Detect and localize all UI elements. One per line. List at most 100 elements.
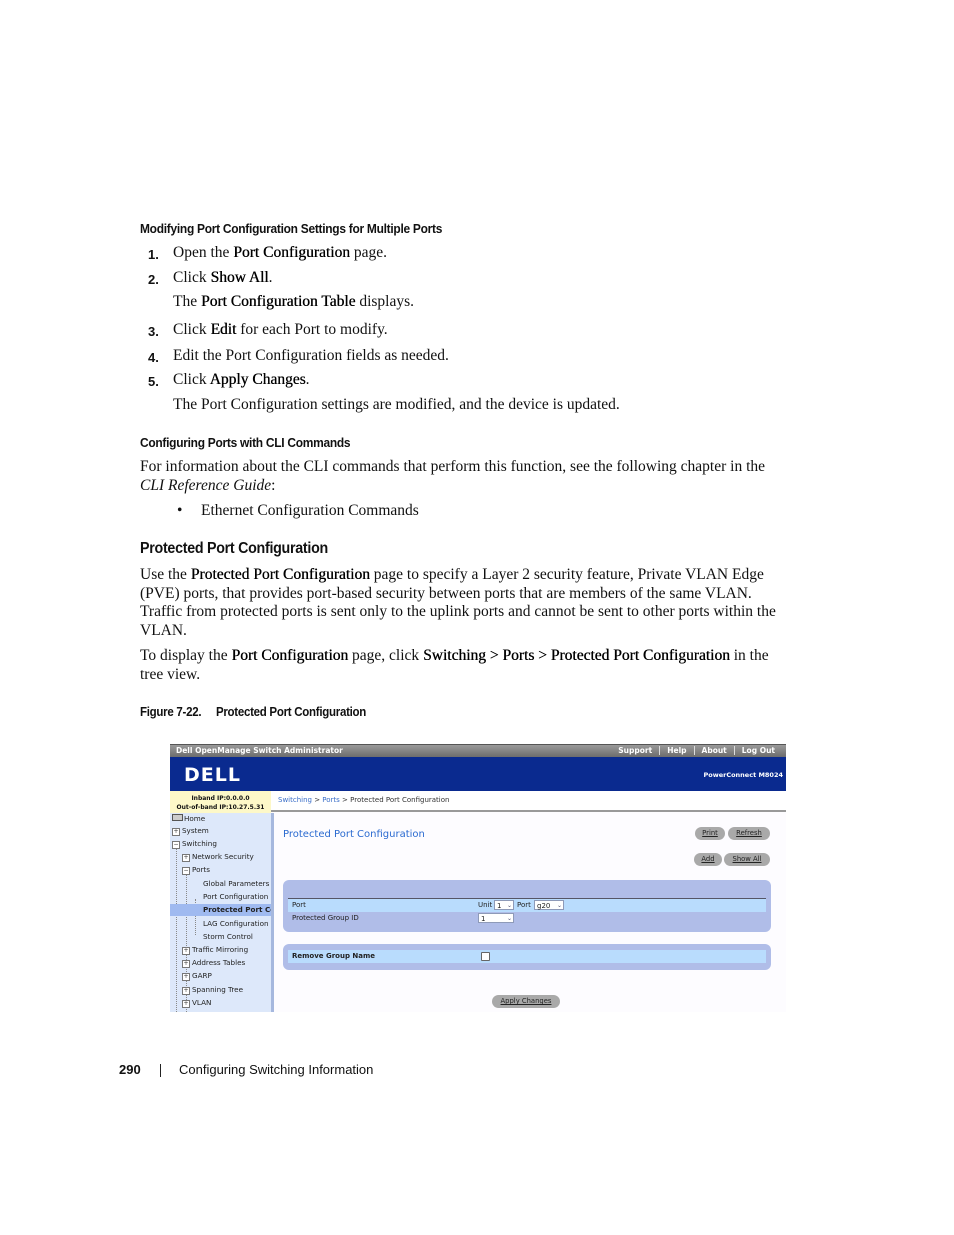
tree-item-global-parameters[interactable]: Global Parameters [203, 878, 269, 890]
tree-label: VLAN [192, 998, 212, 1007]
step-number: 4. [148, 350, 159, 365]
tree-item-switching[interactable]: − Switching [172, 838, 217, 850]
print-button[interactable]: Print [695, 827, 725, 840]
expand-icon[interactable]: + [182, 854, 190, 862]
text: displays. [355, 293, 415, 310]
refresh-button[interactable]: Refresh [728, 827, 770, 840]
expand-icon[interactable]: + [182, 960, 190, 968]
text: The [173, 293, 201, 310]
tree-item-spanning-tree[interactable]: + Spanning Tree [182, 984, 243, 996]
tree-item-ports[interactable]: − Ports [182, 864, 210, 876]
text: . [305, 371, 310, 388]
text: page to specify a Layer 2 security featu… [369, 566, 764, 583]
step-number: 3. [148, 324, 159, 339]
tree-item-storm-control[interactable]: Storm Control [203, 931, 253, 943]
collapse-icon[interactable]: − [182, 867, 190, 875]
text: Click [173, 371, 210, 388]
text: Traffic from protected ports is sent onl… [140, 603, 776, 620]
step-number: 5. [148, 374, 159, 389]
expand-icon[interactable]: + [182, 947, 190, 955]
inband-ip: Inband IP:0.0.0.0 [191, 795, 250, 802]
text: tree view. [140, 665, 201, 683]
tree-label: LAG Configuration [203, 919, 269, 928]
text: in the [729, 647, 769, 664]
figure-title: Protected Port Configuration [215, 705, 367, 719]
step-text: Click Show All. [173, 269, 272, 287]
port-sub-label: Port [517, 901, 531, 909]
expand-icon[interactable]: + [172, 828, 180, 836]
support-link[interactable]: Support [611, 746, 659, 755]
expand-icon[interactable]: + [182, 973, 190, 981]
collapse-icon[interactable]: − [172, 841, 180, 849]
tree-label: System [182, 826, 209, 835]
product-name: PowerConnect M8024 [703, 771, 783, 779]
about-link[interactable]: About [693, 746, 734, 755]
ui-term: Protected Port Configuration [190, 566, 370, 583]
tree-item-garp[interactable]: + GARP [182, 970, 212, 982]
text: Click [173, 269, 211, 286]
figure-screenshot: Dell OpenManage Switch Administrator Sup… [170, 744, 786, 1012]
step-text: Click Apply Changes. [173, 371, 310, 389]
tree-view: Home + System − Switching + Network Securit… [170, 813, 274, 1012]
unit-select[interactable]: 1 ⌄ [494, 900, 514, 910]
ui-term: Port Configuration [233, 244, 350, 261]
tree-guide [176, 846, 177, 1012]
tree-label: Switching [182, 839, 217, 848]
breadcrumb: Switching > Ports > Protected Port Confi… [278, 796, 449, 804]
unit-label: Unit [478, 901, 493, 909]
logout-link[interactable]: Log Out [733, 746, 782, 755]
breadcrumb-ports[interactable]: Ports [322, 796, 340, 804]
add-button[interactable]: Add [694, 853, 722, 866]
breadcrumb-switching[interactable]: Switching [278, 796, 312, 804]
oob-ip: Out-of-band IP:10.27.5.31 [176, 804, 265, 811]
group-id-select[interactable]: 1 ⌄ [478, 913, 514, 923]
content-area: Protected Port Configuration Print Refre… [274, 813, 786, 1012]
text: (PVE) ports, that provides port-based se… [140, 584, 752, 602]
tree-item-lag-configuration[interactable]: LAG Configuration [203, 918, 269, 930]
tree-item-protected-port-configuration[interactable]: Protected Port Co [170, 904, 271, 916]
step-text: Edit the Port Configuration fields as ne… [173, 347, 449, 364]
tree-item-port-configuration[interactable]: Port Configuration [203, 891, 268, 903]
text: Use the Protected Port Configuration pag… [140, 566, 830, 585]
page-title: Protected Port Configuration [283, 829, 425, 840]
text: For information about the CLI commands t… [140, 458, 766, 475]
expand-icon[interactable]: + [182, 1000, 190, 1008]
text: . [268, 269, 273, 286]
text: : [271, 476, 276, 494]
chevron-down-icon: ⌄ [506, 915, 512, 922]
tree-label: Global Parameters [203, 879, 270, 888]
home-icon [172, 814, 183, 821]
tree-label: Port Configuration [203, 892, 269, 901]
text: Open the [173, 244, 234, 261]
tree-item-network-security[interactable]: + Network Security [182, 851, 254, 863]
step-text: Open the Port Configuration page. [173, 244, 387, 262]
tree-item-vlan[interactable]: + VLAN [182, 997, 211, 1009]
tree-item-home[interactable]: Home [172, 813, 205, 825]
apply-changes-button[interactable]: Apply Changes [492, 995, 560, 1008]
port-settings-panel: Port Unit 1 ⌄ Port g20 ⌄ Protected Group I… [283, 880, 771, 932]
help-link[interactable]: Help [659, 746, 693, 755]
remove-group-checkbox[interactable] [481, 952, 490, 961]
tree-label: Home [184, 814, 206, 823]
text: Use the [140, 566, 191, 583]
tree-item-address-tables[interactable]: + Address Tables [182, 957, 245, 969]
bullet-marker: • [177, 502, 183, 519]
tree-item-traffic-mirroring[interactable]: + Traffic Mirroring [182, 944, 248, 956]
tree-item-system[interactable]: + System [172, 825, 209, 837]
guide-title: CLI Reference Guide [140, 476, 272, 494]
port-select[interactable]: g20 ⌄ [534, 900, 564, 910]
step-result: The Port Configuration Table displays. [173, 293, 414, 311]
page-number: 290 [119, 1062, 141, 1077]
navigation-paragraph: To display the Port Configuration page, … [140, 647, 830, 684]
expand-icon[interactable]: + [182, 987, 190, 995]
remove-group-label: Remove Group Name [292, 952, 376, 960]
step-number: 2. [148, 272, 159, 287]
chevron-down-icon: ⌄ [506, 902, 512, 909]
breadcrumb-separator: > [311, 796, 323, 804]
show-all-button[interactable]: Show All [724, 853, 770, 866]
text: page. [349, 244, 387, 261]
section-heading-modifying-ports: Modifying Port Configuration Settings fo… [140, 221, 443, 236]
port-label: Port [292, 901, 306, 909]
tree-label: Traffic Mirroring [192, 945, 249, 954]
remove-group-panel: Remove Group Name [283, 944, 771, 970]
